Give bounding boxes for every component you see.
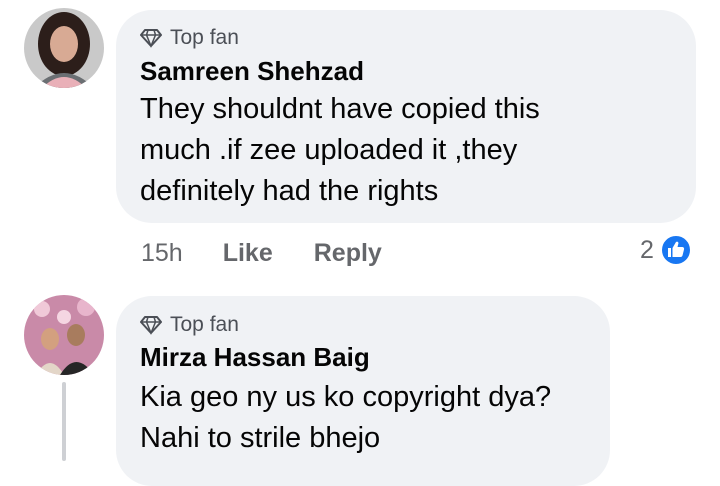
comment-time[interactable]: 15h [141,239,183,268]
comment-line: Kia geo ny us ko copyright dya? [140,381,552,413]
profile-photo [24,8,104,88]
comment-line: They shouldnt have copied this [140,93,540,125]
comment-line: Nahi to strile bhejo [140,422,381,454]
like-icon [659,234,692,266]
avatar-samreen[interactable] [24,8,104,88]
top-fan-badge: Top fan [140,313,239,337]
comment-actions: 15h Like Reply [141,239,382,268]
comment-line: definitely had the rights [140,175,439,207]
comment-author[interactable]: Mirza Hassan Baig [140,342,370,373]
diamond-icon [140,29,162,48]
reaction-summary[interactable]: 2 [640,234,692,266]
profile-photo [24,295,104,375]
badge-label: Top fan [170,26,239,49]
like-button[interactable]: Like [223,239,273,268]
top-fan-badge: Top fan [140,26,239,50]
reaction-count: 2 [640,235,654,264]
reply-thread-line [62,382,66,461]
comment-author[interactable]: Samreen Shehzad [140,56,364,87]
comment-line: much .if zee uploaded it ,they [140,134,518,166]
comment-text: Kia geo ny us ko copyright dya? Nahi to … [140,377,551,459]
reply-button[interactable]: Reply [314,239,382,268]
badge-label: Top fan [170,313,239,336]
avatar-mirza[interactable] [24,295,104,375]
diamond-icon [140,316,162,335]
comment-text: They shouldnt have copied this much .if … [140,89,540,212]
